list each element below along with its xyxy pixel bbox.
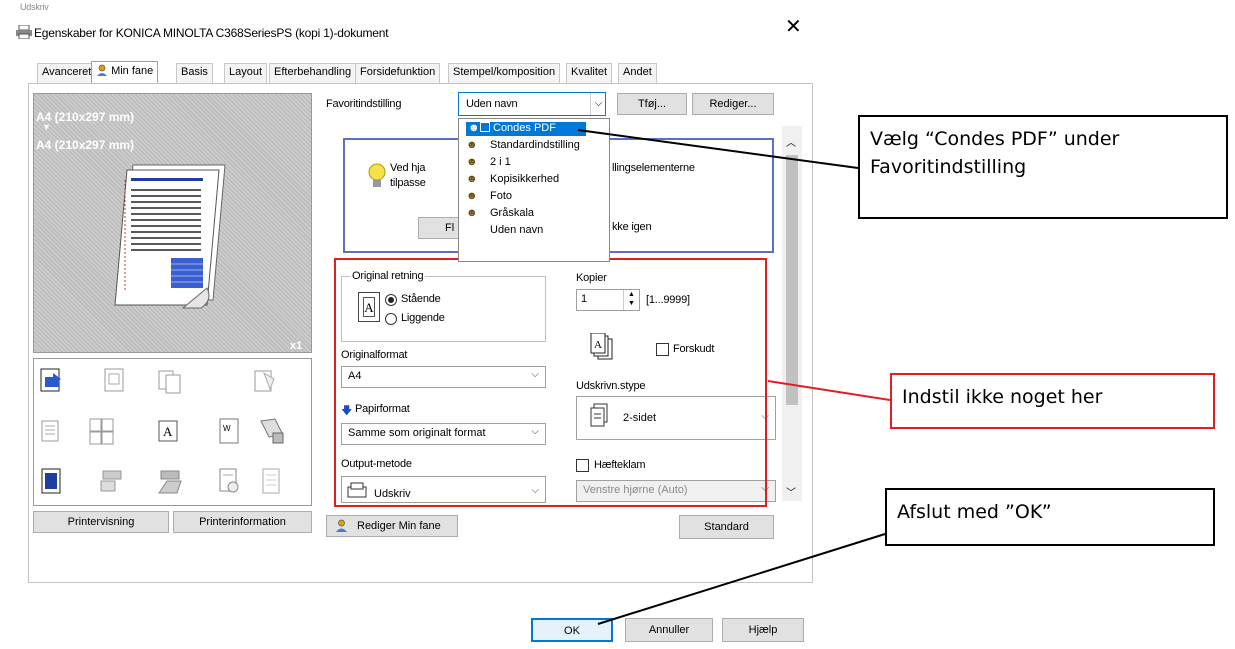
callout-finish-ok: Afslut med ”OK” xyxy=(885,488,1215,546)
callout-lines xyxy=(577,129,891,625)
callout-line-3 xyxy=(597,533,886,625)
callout-choose-favorite: Vælg “Condes PDF” under Favoritindstilli… xyxy=(858,115,1228,219)
callout-line-2 xyxy=(767,380,891,401)
callout-do-not-set: Indstil ikke noget her xyxy=(890,373,1215,429)
callout-line-1 xyxy=(577,129,859,169)
